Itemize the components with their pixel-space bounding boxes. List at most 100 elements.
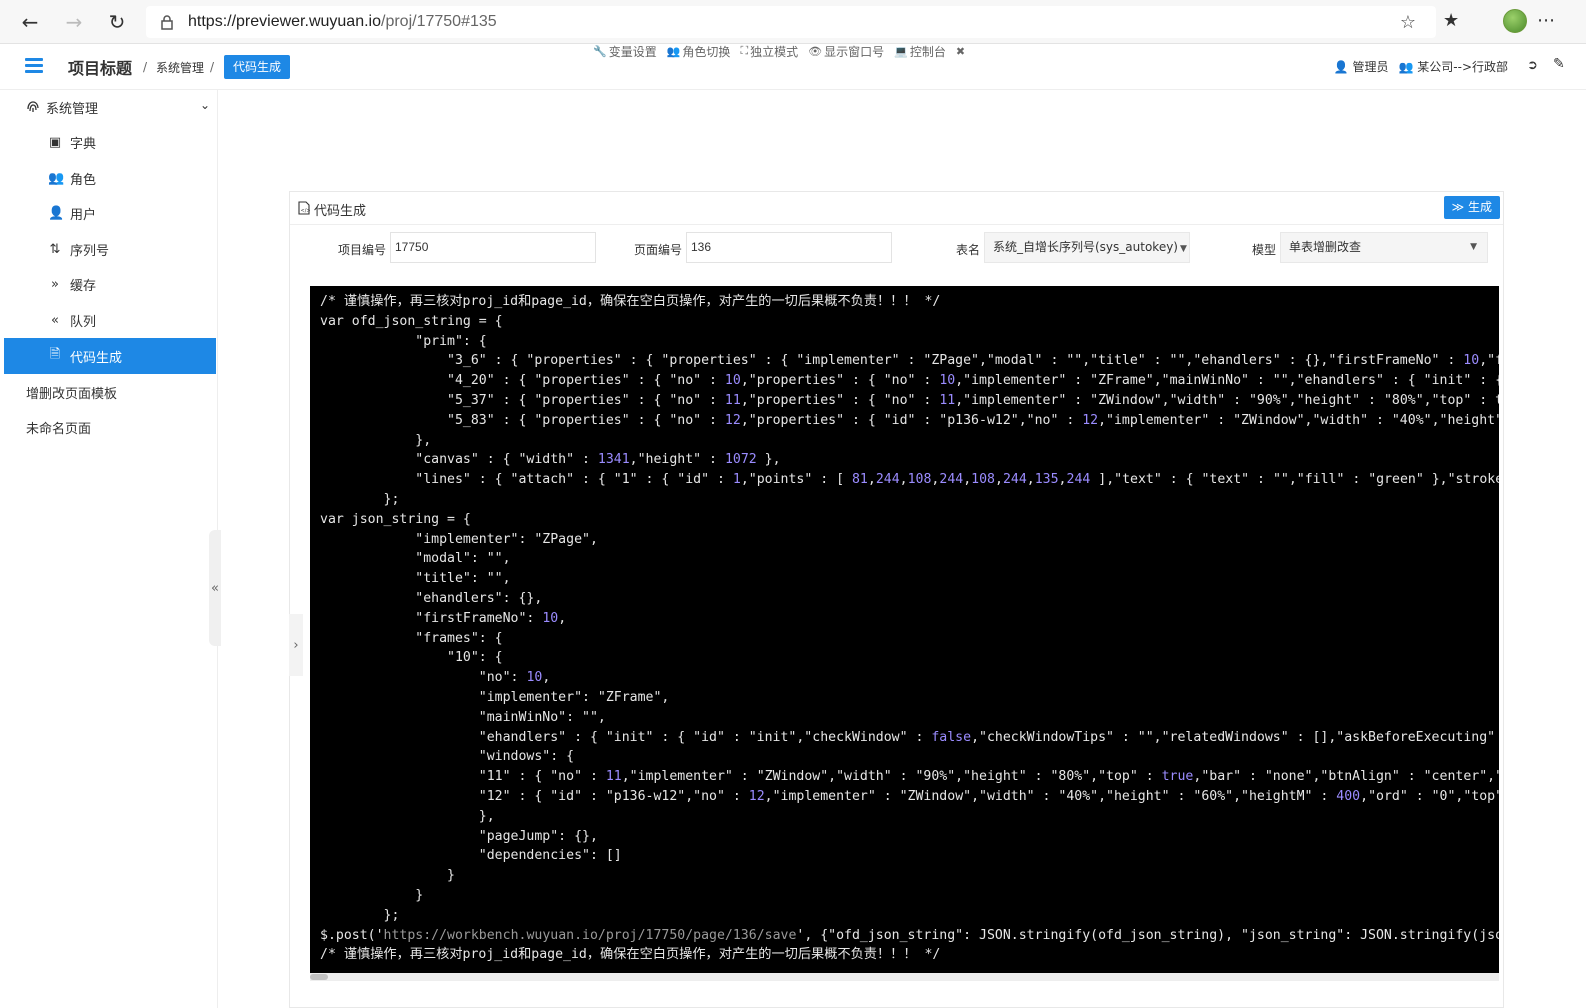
- role-switch-button[interactable]: 👥 角色切换: [666, 44, 731, 59]
- monitor-icon: 💻: [894, 44, 908, 58]
- sidebar: 系统管理 ⌄ ▣ 字典 👥 角色 👤 用户 ⇅ 序列号 » 缓存 «队列 🗎 代码生成 增删…: [0, 90, 218, 1008]
- model-select[interactable]: 单表增删改查 ▼: [1280, 232, 1488, 263]
- breadcrumb-separator: /: [210, 60, 215, 74]
- scrollbar-thumb[interactable]: [310, 974, 328, 980]
- code-line: "mainWinNo": "",: [320, 709, 606, 725]
- double-right-icon: »: [51, 276, 59, 292]
- close-toolbar-icon[interactable]: ✖: [956, 44, 965, 58]
- page-no-label: 页面编号: [634, 243, 683, 257]
- address-bar[interactable]: https://previewer.wuyuan.io/proj/17750#1…: [146, 6, 1436, 38]
- code-line: "canvas" : { "width" : 1341,"height" : 1…: [320, 452, 781, 468]
- sidebar-item-dictionary[interactable]: ▣ 字典: [4, 124, 216, 160]
- file-code-icon: 🗎: [49, 347, 61, 362]
- breadcrumb-separator: /: [143, 60, 148, 74]
- code-line: /* 谨慎操作，再三核对proj_id和page_id，确保在空白页操作，对产生…: [320, 294, 941, 309]
- forward-icon[interactable]: →: [60, 8, 88, 36]
- code-line: var ofd_json_string = {: [320, 313, 503, 329]
- breadcrumb-system[interactable]: 系统管理: [156, 59, 204, 76]
- expand-icon: ⛶: [740, 44, 749, 57]
- table-label: 表名: [956, 243, 981, 257]
- panel-header: </> 代码生成 ≫ 生成: [290, 192, 1503, 225]
- profile-avatar[interactable]: [1503, 9, 1527, 33]
- sidebar-item-serial[interactable]: ⇅ 序列号: [4, 231, 216, 267]
- menu-toggle-icon[interactable]: [25, 58, 43, 74]
- favorite-star-icon[interactable]: ☆: [1400, 12, 1416, 33]
- page-no-input[interactable]: 136: [686, 232, 892, 263]
- code-line: "implementer": "ZFrame",: [320, 689, 670, 705]
- back-icon[interactable]: ←: [16, 8, 44, 36]
- code-line: "implementer": "ZPage",: [320, 531, 598, 547]
- wrench-icon: 🔧: [593, 44, 607, 58]
- code-line: /* 谨慎操作，再三核对proj_id和page_id，确保在空白页操作，对产生…: [320, 947, 941, 963]
- code-line: "10": {: [320, 650, 503, 666]
- code-line: };: [320, 907, 400, 923]
- generated-code-block[interactable]: /* 谨慎操作，再三核对proj_id和page_id，确保在空白页操作，对产生…: [310, 286, 1499, 973]
- sidebar-item-untitled-page[interactable]: 未命名页面: [26, 418, 91, 437]
- sidebar-item-cache[interactable]: » 缓存: [4, 266, 216, 302]
- code-line: "ehandlers": {},: [320, 590, 543, 606]
- code-line: "windows": {: [320, 749, 575, 765]
- codegen-panel: </> 代码生成 ≫ 生成 项目编号 17750 页面编号 136 表名 系统_…: [289, 191, 1504, 1008]
- code-line: "prim": {: [320, 333, 487, 349]
- user-info: 👤 管理员 👥 某公司-->行政部: [1334, 58, 1508, 75]
- code-line: "11" : { "no" : 11,"implementer" : "ZWin…: [320, 769, 1499, 785]
- sidebar-item-crud-template[interactable]: 增删改页面模板: [26, 383, 117, 402]
- project-no-input[interactable]: 17750: [390, 232, 596, 263]
- reload-icon[interactable]: ↻: [103, 8, 131, 36]
- code-line: "no": 10,: [320, 670, 551, 686]
- logout-icon[interactable]: ➲: [1527, 58, 1538, 73]
- code-line: $.post('https://workbench.wuyuan.io/proj…: [320, 927, 1499, 943]
- chevron-down-icon[interactable]: ⌄: [200, 98, 210, 112]
- app-header: 项目标题 / 系统管理 / 代码生成 🔧 变量设置 👥 角色切换 ⛶ 独立模式 👁 显示…: [0, 44, 1586, 90]
- sidebar-item-codegen[interactable]: 🗎 代码生成: [4, 338, 216, 374]
- sidebar-item-queue[interactable]: «队列: [4, 302, 216, 338]
- code-line: }: [320, 887, 424, 903]
- sidebar-group-system[interactable]: 系统管理: [26, 98, 98, 117]
- code-line: },: [320, 808, 495, 824]
- variable-settings-button[interactable]: 🔧 变量设置: [593, 44, 657, 59]
- code-line: "modal": "",: [320, 551, 511, 567]
- current-user[interactable]: 👤 管理员: [1334, 58, 1389, 75]
- file-code-icon: </>: [298, 200, 311, 219]
- standalone-mode-button[interactable]: ⛶ 独立模式: [740, 44, 798, 59]
- code-line: "pageJump": {},: [320, 828, 598, 844]
- book-icon: ▣: [48, 134, 62, 150]
- generate-button[interactable]: ≫ 生成: [1443, 196, 1500, 219]
- code-horizontal-scrollbar[interactable]: [310, 973, 1499, 981]
- table-select[interactable]: 系统_自增长序列号(sys_autokey) ▼: [984, 232, 1190, 263]
- code-line: "lines" : { "attach" : { "1" : { "id" : …: [320, 472, 1499, 488]
- code-line: };: [320, 491, 400, 507]
- sidebar-item-roles[interactable]: 👥 角色: [4, 160, 216, 196]
- terminal-icon: ≫: [1451, 200, 1465, 214]
- sort-icon: ⇅: [49, 241, 61, 257]
- sidebar-collapse-handle[interactable]: «: [209, 530, 221, 646]
- svg-text:</>: </>: [301, 208, 311, 214]
- caret-down-icon: ▼: [1470, 242, 1477, 252]
- code-line: "12" : { "id" : "p136-w12","no" : 12,"im…: [320, 788, 1499, 804]
- code-line: },: [320, 432, 432, 448]
- console-button[interactable]: 💻 控制台: [894, 44, 946, 59]
- model-label: 模型: [1252, 243, 1277, 257]
- show-window-no-button[interactable]: 👁 显示窗口号: [808, 44, 884, 59]
- code-line: "5_83" : { "properties" : { "no" : 12,"p…: [320, 412, 1499, 428]
- sidebar-item-users[interactable]: 👤 用户: [4, 195, 216, 231]
- fingerprint-icon: [26, 99, 40, 117]
- project-no-label: 项目编号: [338, 243, 387, 257]
- user-icon: 👤: [1333, 60, 1349, 74]
- code-line: "frames": {: [320, 630, 503, 646]
- code-line: }: [320, 868, 455, 884]
- double-left-icon: «: [51, 312, 59, 328]
- users-icon: 👥: [1398, 60, 1414, 74]
- user-icon: 👤: [48, 205, 65, 221]
- users-icon: 👥: [666, 44, 681, 58]
- code-line: "4_20" : { "properties" : { "no" : 10,"p…: [320, 373, 1499, 389]
- code-line: "3_6" : { "properties" : { "properties" …: [320, 353, 1499, 369]
- current-org[interactable]: 👥 某公司-->行政部: [1399, 58, 1509, 75]
- brush-icon[interactable]: ✎: [1553, 56, 1565, 72]
- project-title: 项目标题: [68, 59, 133, 78]
- more-menu-icon[interactable]: ⋯: [1537, 10, 1555, 31]
- breadcrumb-current[interactable]: 代码生成: [224, 55, 291, 79]
- favorites-icon[interactable]: ★: [1443, 10, 1459, 31]
- panel-expand-handle[interactable]: ›: [289, 614, 303, 676]
- panel-title: </> 代码生成: [298, 200, 366, 219]
